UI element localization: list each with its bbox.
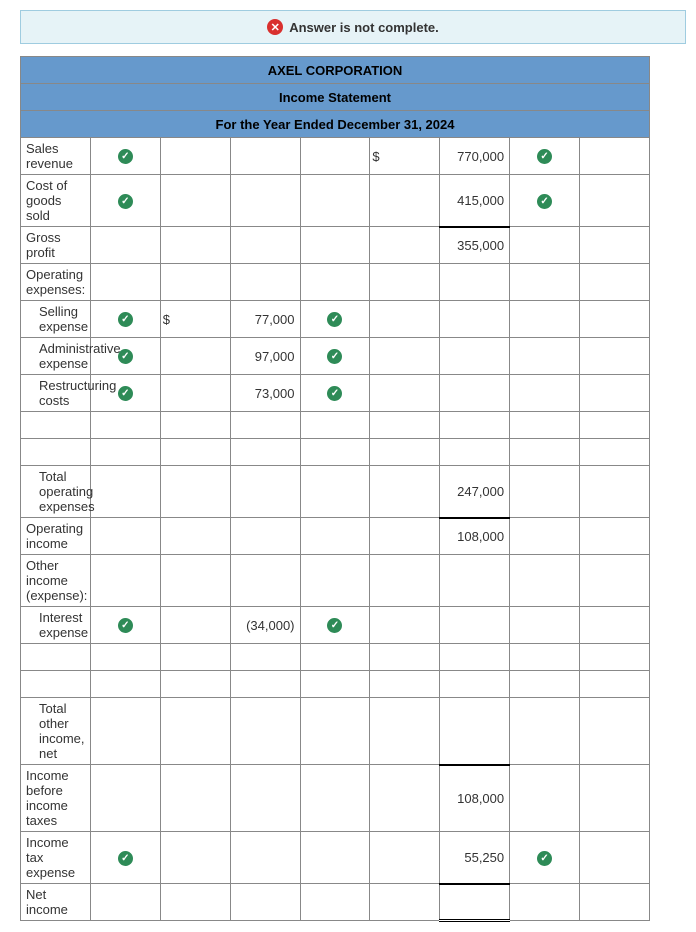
value: 247,000 <box>440 466 510 518</box>
table-row: Interest expense ✓ (34,000) ✓ <box>21 607 650 644</box>
check-icon: ✓ <box>537 149 552 164</box>
row-label: Restructuring costs <box>21 375 91 412</box>
value: 108,000 <box>440 765 510 832</box>
table-row <box>21 644 650 671</box>
currency: $ <box>160 301 230 338</box>
check-icon: ✓ <box>118 312 133 327</box>
table-row: Income tax expense ✓ 55,250 ✓ <box>21 832 650 884</box>
table-row: Sales revenue ✓ $ 770,000 ✓ <box>21 138 650 175</box>
table-row: Income before income taxes 108,000 <box>21 765 650 832</box>
check-icon: ✓ <box>327 618 342 633</box>
row-label: Income tax expense <box>21 832 91 884</box>
alert-banner: ✕ Answer is not complete. <box>20 10 686 44</box>
check-icon: ✓ <box>327 349 342 364</box>
value: 108,000 <box>440 518 510 555</box>
row-label: Administrative expense <box>21 338 91 375</box>
table-row: Total operating expenses 247,000 <box>21 466 650 518</box>
row-label: Interest expense <box>21 607 91 644</box>
row-label: Income before income taxes <box>21 765 91 832</box>
table-row <box>21 671 650 698</box>
check-icon: ✓ <box>327 312 342 327</box>
value: 77,000 <box>230 301 300 338</box>
row-label: Other income (expense): <box>21 555 91 607</box>
check-icon: ✓ <box>537 194 552 209</box>
error-icon: ✕ <box>267 19 283 35</box>
row-label: Total operating expenses <box>21 466 91 518</box>
row-label: Cost of goods sold <box>21 175 91 227</box>
check-icon: ✓ <box>327 386 342 401</box>
value: 355,000 <box>440 227 510 264</box>
table-row: Operating expenses: <box>21 264 650 301</box>
check-icon: ✓ <box>118 386 133 401</box>
row-label: Sales revenue <box>21 138 91 175</box>
company-header: AXEL CORPORATION <box>21 57 650 84</box>
period-header: For the Year Ended December 31, 2024 <box>21 111 650 138</box>
value: 770,000 <box>440 138 510 175</box>
table-row <box>21 439 650 466</box>
value: 97,000 <box>230 338 300 375</box>
value: (34,000) <box>230 607 300 644</box>
table-row: Operating income 108,000 <box>21 518 650 555</box>
row-label: Total other income, net <box>21 698 91 765</box>
check-icon: ✓ <box>118 194 133 209</box>
alert-text: Answer is not complete. <box>289 20 439 35</box>
table-row: Administrative expense ✓ 97,000 ✓ <box>21 338 650 375</box>
table-row: Cost of goods sold ✓ 415,000 ✓ <box>21 175 650 227</box>
income-statement-table: AXEL CORPORATION Income Statement For th… <box>20 56 650 922</box>
table-row: Gross profit 355,000 <box>21 227 650 264</box>
row-label: Selling expense <box>21 301 91 338</box>
table-row: Restructuring costs ✓ 73,000 ✓ <box>21 375 650 412</box>
check-icon: ✓ <box>118 618 133 633</box>
title-header: Income Statement <box>21 84 650 111</box>
value: 73,000 <box>230 375 300 412</box>
value: 55,250 <box>440 832 510 884</box>
currency: $ <box>370 138 440 175</box>
row-label: Operating expenses: <box>21 264 91 301</box>
table-row: Other income (expense): <box>21 555 650 607</box>
table-row: Selling expense ✓ $ 77,000 ✓ <box>21 301 650 338</box>
row-label: Net income <box>21 884 91 921</box>
row-label: Gross profit <box>21 227 91 264</box>
check-icon: ✓ <box>118 851 133 866</box>
table-row: Net income <box>21 884 650 921</box>
value: 415,000 <box>440 175 510 227</box>
row-label: Operating income <box>21 518 91 555</box>
table-row: Total other income, net <box>21 698 650 765</box>
check-icon: ✓ <box>537 851 552 866</box>
table-row <box>21 412 650 439</box>
check-icon: ✓ <box>118 349 133 364</box>
check-icon: ✓ <box>118 149 133 164</box>
